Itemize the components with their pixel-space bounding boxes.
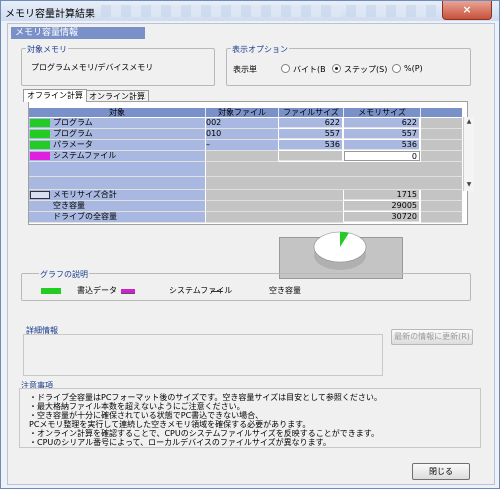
display-options-title: 表示オプション bbox=[231, 44, 289, 55]
row-filler bbox=[421, 151, 463, 162]
totals-filler bbox=[421, 190, 463, 201]
free-space-value: 29005 bbox=[344, 201, 420, 211]
drive-capacity-label: ドライブの全容量 bbox=[53, 212, 117, 221]
row-color-swatch bbox=[30, 130, 50, 138]
pie-chart bbox=[313, 231, 367, 270]
legend-free-label: 空き容量 bbox=[269, 286, 301, 295]
section-header: メモリ容量情報 bbox=[11, 27, 145, 39]
details-box bbox=[23, 334, 383, 376]
radio-percent[interactable] bbox=[392, 64, 401, 73]
target-memory-title: 対象メモリ bbox=[26, 44, 68, 55]
free-space-label: 空き容量 bbox=[53, 201, 85, 210]
table-row-empty bbox=[206, 162, 463, 177]
note-line: ・CPUのシリアル番号によって、ローカルデバイスのファイルサイズが異なります。 bbox=[29, 438, 331, 447]
totals-filler bbox=[421, 201, 463, 212]
total-swatch bbox=[30, 191, 50, 199]
scroll-up-icon[interactable]: ▲ bbox=[464, 117, 474, 127]
title-bar: メモリ容量計算結果 × bbox=[1, 1, 499, 21]
col-header-file: 対象ファイル bbox=[206, 108, 279, 117]
title-bar-decoration bbox=[101, 5, 341, 17]
row-file-size: 622 bbox=[279, 118, 343, 128]
tab-offline[interactable]: オフライン計算 bbox=[23, 89, 87, 102]
refresh-button[interactable]: 最新の情報に更新(R) bbox=[391, 329, 473, 345]
row-name: プログラム bbox=[53, 129, 93, 138]
col-header-filler bbox=[421, 108, 462, 117]
row-memory-size[interactable]: 0 bbox=[344, 151, 420, 161]
row-file-size: 536 bbox=[279, 140, 343, 150]
row-file: – bbox=[206, 140, 279, 151]
legend-system-file-swatch bbox=[121, 289, 135, 294]
col-header-file-size: ファイルサイズ bbox=[279, 108, 344, 117]
total-value: 1715 bbox=[344, 190, 420, 200]
legend-write-data-swatch bbox=[41, 288, 61, 294]
totals-filler bbox=[421, 212, 463, 223]
row-file-size: 557 bbox=[279, 129, 343, 139]
row-filler bbox=[421, 118, 463, 129]
close-button[interactable]: 閉じる bbox=[412, 463, 470, 480]
row-file bbox=[206, 151, 279, 162]
table-row-empty bbox=[29, 162, 206, 177]
table-row-empty bbox=[206, 177, 463, 190]
row-file: 010 bbox=[206, 129, 279, 140]
col-header-memory-size: メモリサイズ bbox=[344, 108, 421, 117]
row-name: システムファイル bbox=[53, 151, 117, 160]
table-scrollbar[interactable]: ▲ ▼ bbox=[463, 117, 474, 191]
legend-free-swatch bbox=[211, 291, 223, 292]
row-memory-size: 536 bbox=[344, 140, 420, 150]
radio-steps-label[interactable]: ステップ(S) bbox=[344, 64, 387, 75]
totals-filler bbox=[206, 190, 344, 201]
window-close-button[interactable]: × bbox=[442, 1, 492, 20]
row-memory-size: 622 bbox=[344, 118, 420, 128]
title-bar-decoration bbox=[346, 5, 436, 17]
window: メモリ容量計算結果 × メモリ容量情報 対象メモリ プログラムメモリ/デバイスメ… bbox=[0, 0, 500, 489]
row-name: パラメータ bbox=[53, 140, 93, 149]
row-file: 002 bbox=[206, 118, 279, 129]
display-unit-label: 表示単 bbox=[233, 65, 257, 74]
col-header-target: 対象 bbox=[29, 108, 206, 117]
row-color-swatch bbox=[30, 152, 50, 160]
target-memory-value: プログラムメモリ/デバイスメモリ bbox=[31, 63, 154, 72]
row-color-swatch bbox=[30, 141, 50, 149]
radio-steps[interactable] bbox=[332, 64, 341, 73]
drive-capacity-value: 30720 bbox=[344, 212, 420, 222]
row-memory-size: 557 bbox=[344, 129, 420, 139]
row-filler bbox=[421, 140, 463, 151]
radio-bytes[interactable] bbox=[281, 64, 290, 73]
legend-title: グラフの説明 bbox=[39, 269, 89, 280]
table-row-empty bbox=[29, 177, 206, 190]
row-filler bbox=[421, 129, 463, 140]
radio-percent-label[interactable]: %(P) bbox=[404, 64, 423, 73]
legend-write-data-label: 書込データ bbox=[77, 286, 117, 295]
row-color-swatch bbox=[30, 119, 50, 127]
totals-filler bbox=[206, 212, 344, 223]
window-title: メモリ容量計算結果 bbox=[5, 9, 95, 20]
row-file-size bbox=[279, 151, 343, 161]
totals-filler bbox=[206, 201, 344, 212]
row-name: プログラム bbox=[53, 118, 93, 127]
radio-bytes-label[interactable]: バイト(B bbox=[293, 64, 326, 75]
total-label: メモリサイズ合計 bbox=[53, 190, 117, 199]
scroll-down-icon[interactable]: ▼ bbox=[464, 180, 474, 190]
